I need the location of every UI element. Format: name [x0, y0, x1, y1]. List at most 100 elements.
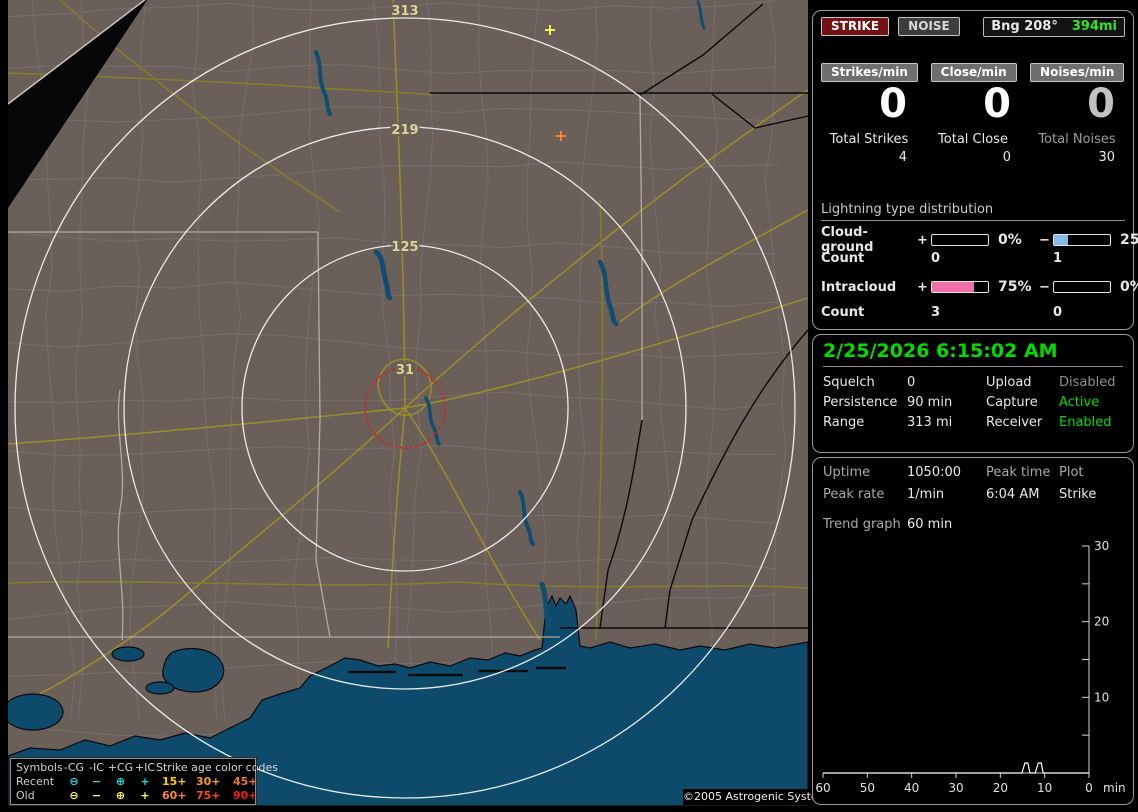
legend-row-label: Old [16, 789, 35, 802]
legend-age-header: Strike age color codes [156, 761, 278, 774]
legend-age-code: 90+ [233, 789, 258, 802]
total-strikes-label: Total Strikes [829, 132, 909, 147]
persistence-label: Persistence [823, 395, 898, 410]
legend-age-code: 75+ [196, 789, 221, 802]
total-noises-value: 30 [1098, 150, 1115, 165]
total-noises-label: Total Noises [1038, 132, 1116, 147]
distribution-header: Lightning type distribution [821, 202, 1125, 221]
legend-row-label: Recent [16, 775, 55, 788]
legend-symbols-header: Symbols [16, 761, 63, 774]
range-value: 313 mi [907, 415, 953, 430]
ring-label-219: 219 [391, 123, 418, 138]
plus-sign: + [917, 279, 928, 295]
svg-text:10: 10 [1037, 781, 1052, 795]
minus-sign: − [1039, 279, 1050, 295]
ring-label-31: 31 [396, 363, 414, 378]
receiver-label: Receiver [986, 415, 1043, 430]
upload-value: Disabled [1059, 375, 1116, 390]
cloud-ground-count-row: Count 0 1 [821, 251, 1125, 266]
map-svg: 313 219 125 31 [8, 0, 808, 806]
map-canvas[interactable]: 313 219 125 31 Symbols -CG -IC +CG +IC S… [8, 0, 835, 806]
intracloud-minus-bar [1053, 281, 1111, 293]
legend-col-pos-ic: +IC [134, 761, 156, 774]
svg-text:30: 30 [948, 781, 963, 795]
noises-per-min-value: 0 [1087, 81, 1115, 127]
intracloud-label: Intracloud [821, 279, 897, 295]
svg-text:20: 20 [1094, 615, 1109, 629]
capture-value: Active [1059, 395, 1100, 410]
intracloud-minus-pct: 0% [1120, 279, 1138, 295]
close-per-min-value: 0 [983, 81, 1011, 127]
intracloud-plus-bar [931, 281, 989, 293]
legend-age-code: 15+ [162, 775, 187, 788]
strike-rate-series [823, 762, 1089, 774]
persistence-value: 90 min [907, 395, 953, 410]
count-label: Count [821, 251, 865, 266]
legend-col-neg-cg: -CG [63, 761, 85, 774]
map-legend: Symbols -CG -IC +CG +IC Strike age color… [9, 757, 278, 806]
app-window: 313 219 125 31 Symbols -CG -IC +CG +IC S… [0, 0, 1138, 812]
svg-text:60: 60 [815, 781, 830, 795]
legend-strike-symbol: + [140, 775, 150, 788]
close-per-min-button[interactable]: Close/min [930, 63, 1017, 82]
legend-strike-symbol: − [91, 789, 102, 802]
cloud-ground-plus-bar [931, 234, 989, 246]
bearing-label: Bng 208° [991, 19, 1058, 34]
ring-label-313: 313 [391, 4, 418, 19]
bearing-readout: Bng 208° 394mi [983, 17, 1125, 37]
strike-counters-panel: STRIKE NOISE Bng 208° 394mi Strikes/min C… [812, 10, 1138, 330]
legend-col-pos-cg: +CG [107, 761, 134, 774]
intracloud-row: Intracloud + 75% − 0% [821, 279, 1138, 295]
cloud-ground-minus-count: 1 [1053, 251, 1063, 266]
upload-label: Upload [986, 375, 1032, 390]
copyright-text: ©2005 Astrogenic Systems [683, 789, 835, 805]
range-label: Range [823, 415, 865, 430]
svg-text:0: 0 [1085, 781, 1093, 795]
capture-label: Capture [986, 395, 1038, 410]
cloud-ground-minus-bar [1053, 234, 1111, 246]
total-strikes-value: 4 [898, 150, 907, 165]
strikes-per-min-value: 0 [879, 81, 907, 127]
noises-per-min-button[interactable]: Noises/min [1030, 63, 1125, 82]
svg-text:30: 30 [1094, 539, 1109, 553]
strike-mode-button[interactable]: STRIKE [821, 17, 890, 36]
legend-age-code: 45+ [233, 775, 258, 788]
intracloud-plus-pct: 75% [998, 279, 1032, 295]
intracloud-minus-count: 0 [1053, 305, 1063, 320]
legend-row-old: Old ⊖ − ⊕ +60+ 75+ 90+ [16, 789, 258, 803]
status-panel: 2/25/2026 6:15:02 AM Squelch 0 Upload Di… [812, 334, 1134, 453]
intracloud-count-row: Count 3 0 [821, 305, 1125, 320]
trend-graph: 60 50 40 30 20 10 0 min 10 20 30 [815, 539, 1126, 795]
plus-sign: + [917, 232, 928, 248]
squelch-value: 0 [907, 375, 916, 390]
ring-label-125: 125 [391, 240, 418, 255]
legend-age-code: 30+ [196, 775, 221, 788]
datetime-display: 2/25/2026 6:15:02 AM [823, 340, 1123, 367]
receiver-value: Enabled [1059, 415, 1112, 430]
strikes-per-min-button[interactable]: Strikes/min [821, 63, 918, 82]
svg-text:min: min [1103, 781, 1126, 795]
legend-row-recent: Recent ⊖ − ⊕ +15+ 30+ 45+ [16, 775, 258, 789]
cloud-ground-plus-pct: 0% [998, 232, 1022, 248]
minus-sign: − [1039, 232, 1050, 248]
legend-strike-symbol: ⊖ [69, 775, 79, 788]
bearing-distance: 394mi [1071, 19, 1117, 34]
total-close-label: Total Close [938, 132, 1008, 147]
legend-strike-symbol: ⊕ [115, 789, 126, 802]
legend-strike-symbol: ⊖ [69, 789, 79, 802]
trend-panel: Uptime 1050:00 Peak time Plot Peak rate … [812, 457, 1134, 805]
svg-text:50: 50 [860, 781, 875, 795]
count-label: Count [821, 305, 865, 320]
cloud-ground-minus-pct: 25% [1120, 232, 1138, 248]
intracloud-plus-count: 3 [931, 305, 941, 320]
svg-text:40: 40 [904, 781, 919, 795]
noise-mode-button[interactable]: NOISE [898, 17, 960, 36]
legend-strike-symbol: ⊕ [115, 775, 126, 788]
svg-text:10: 10 [1094, 690, 1109, 704]
legend-strike-symbol: − [91, 775, 102, 788]
squelch-label: Squelch [823, 375, 875, 390]
cloud-ground-plus-count: 0 [931, 251, 941, 266]
legend-header-row: Symbols -CG -IC +CG +IC Strike age color… [16, 761, 278, 775]
svg-text:20: 20 [993, 781, 1008, 795]
legend-col-neg-ic: -IC [89, 761, 104, 774]
